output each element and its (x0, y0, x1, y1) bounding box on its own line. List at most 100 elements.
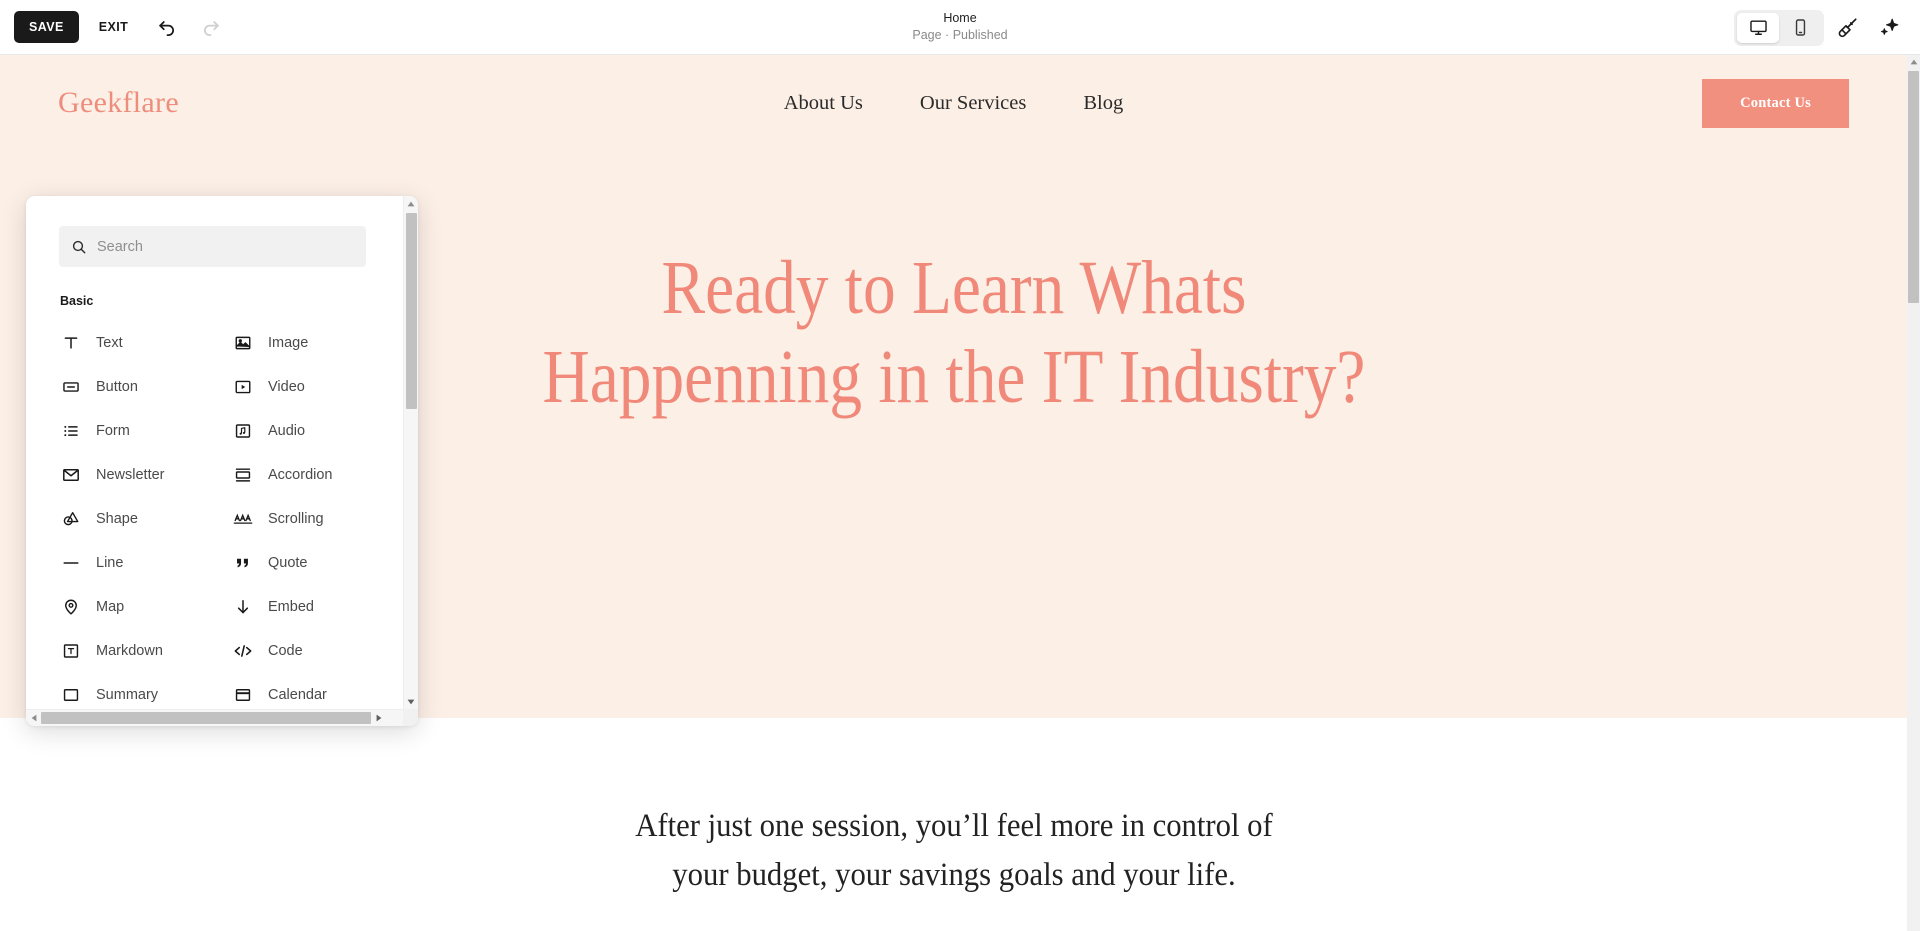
undo-icon (156, 16, 178, 38)
element-item-text[interactable]: Text (59, 321, 231, 365)
search-input[interactable] (97, 238, 354, 255)
theme-button[interactable] (1828, 9, 1866, 47)
page-scroll-up-arrow[interactable] (1907, 55, 1920, 69)
element-label: Embed (268, 599, 314, 615)
element-label: Shape (96, 511, 138, 527)
element-item-summary[interactable]: Summary (59, 673, 231, 709)
elements-panel-content: Basic Text (26, 196, 403, 709)
nav-link-about-us[interactable]: About Us (784, 92, 863, 115)
element-label: Calendar (268, 687, 327, 703)
audio-icon (233, 421, 253, 441)
markdown-icon (61, 641, 81, 661)
hero-subheading-section: After just one session, you’ll feel more… (0, 718, 1907, 900)
page-info: Home Page · Published (0, 0, 1920, 55)
nav-link-our-services[interactable]: Our Services (920, 92, 1026, 115)
site-logo[interactable]: Geekflare (58, 86, 179, 120)
element-item-video[interactable]: Video (231, 365, 403, 409)
nav-link-blog[interactable]: Blog (1083, 92, 1123, 115)
paintbrush-icon (1836, 16, 1859, 39)
panel-horizontal-scrollbar[interactable] (26, 709, 418, 726)
redo-button[interactable] (192, 8, 230, 46)
element-item-map[interactable]: Map (59, 585, 231, 629)
button-icon (61, 377, 81, 397)
panel-scroll-right-arrow[interactable] (371, 710, 386, 726)
element-label: Accordion (268, 467, 333, 483)
sparkle-icon (1878, 16, 1901, 39)
summary-icon (61, 685, 81, 705)
page-status: Page · Published (912, 27, 1008, 42)
element-label: Text (96, 335, 123, 351)
contact-us-button[interactable]: Contact Us (1702, 78, 1849, 128)
video-icon (233, 377, 253, 397)
element-label: Form (96, 423, 130, 439)
text-icon (61, 333, 81, 353)
element-label: Audio (268, 423, 306, 439)
panel-vertical-scrollbar[interactable] (403, 196, 418, 709)
save-button[interactable]: SAVE (14, 11, 79, 43)
element-item-form[interactable]: Form (59, 409, 231, 453)
search-box[interactable] (59, 226, 366, 267)
site-nav: About Us Our Services Blog (0, 92, 1907, 115)
panel-scroll-up-arrow[interactable] (404, 196, 418, 211)
element-item-scrolling[interactable]: Scrolling (231, 497, 403, 541)
group-title-basic: Basic (60, 294, 94, 308)
redo-icon (200, 16, 222, 38)
quote-icon (233, 553, 253, 573)
element-label: Video (268, 379, 305, 395)
exit-button[interactable]: EXIT (85, 11, 142, 43)
ai-assistant-button[interactable] (1870, 9, 1908, 47)
element-item-calendar[interactable]: Calendar (231, 673, 403, 709)
editor-toolbar: SAVE EXIT Home Page · Published (0, 0, 1920, 55)
mobile-icon (1791, 18, 1810, 37)
calendar-icon (233, 685, 253, 705)
hero-subheading: After just one session, you’ll feel more… (634, 808, 1273, 893)
page-scroll-thumb[interactable] (1908, 71, 1919, 303)
panel-scroll-thumb[interactable] (406, 213, 417, 409)
scrollbar-corner (403, 709, 418, 726)
element-item-markdown[interactable]: Markdown (59, 629, 231, 673)
element-item-audio[interactable]: Audio (231, 409, 403, 453)
element-item-image[interactable]: Image (231, 321, 403, 365)
page-title: Home (943, 11, 977, 26)
device-toggle (1734, 9, 1824, 46)
page-vertical-scrollbar[interactable] (1907, 55, 1920, 931)
toolbar-right-group (1734, 0, 1908, 55)
element-item-button[interactable]: Button (59, 365, 231, 409)
element-label: Line (96, 555, 124, 571)
embed-icon (233, 597, 253, 617)
toolbar-left-group: SAVE EXIT (0, 8, 230, 46)
element-label: Markdown (96, 643, 163, 659)
element-item-newsletter[interactable]: Newsletter (59, 453, 231, 497)
accordion-icon (233, 465, 253, 485)
elements-grid: Text Image Button Video Form Audio Newsl… (59, 321, 403, 709)
shape-icon (61, 509, 81, 529)
element-label: Quote (268, 555, 308, 571)
element-label: Code (268, 643, 303, 659)
element-label: Image (268, 335, 309, 351)
element-item-line[interactable]: Line (59, 541, 231, 585)
element-item-code[interactable]: Code (231, 629, 403, 673)
undo-button[interactable] (148, 8, 186, 46)
form-icon (61, 421, 81, 441)
scrolling-icon (233, 509, 253, 529)
hero-heading: Ready to Learn Whats Happenning in the I… (542, 246, 1365, 419)
panel-scroll-down-arrow[interactable] (404, 694, 418, 709)
device-desktop-button[interactable] (1737, 12, 1779, 43)
panel-scroll-left-arrow[interactable] (26, 710, 41, 726)
image-icon (233, 333, 253, 353)
code-icon (233, 641, 253, 661)
element-label: Button (96, 379, 138, 395)
element-label: Newsletter (96, 467, 165, 483)
element-item-accordion[interactable]: Accordion (231, 453, 403, 497)
element-item-shape[interactable]: Shape (59, 497, 231, 541)
elements-panel: Basic Text (26, 196, 418, 726)
map-pin-icon (61, 597, 81, 617)
panel-hscroll-thumb[interactable] (41, 712, 371, 724)
newsletter-icon (61, 465, 81, 485)
element-item-embed[interactable]: Embed (231, 585, 403, 629)
desktop-icon (1749, 18, 1768, 37)
search-icon (71, 239, 87, 255)
element-label: Scrolling (268, 511, 324, 527)
device-mobile-button[interactable] (1779, 13, 1821, 43)
element-item-quote[interactable]: Quote (231, 541, 403, 585)
